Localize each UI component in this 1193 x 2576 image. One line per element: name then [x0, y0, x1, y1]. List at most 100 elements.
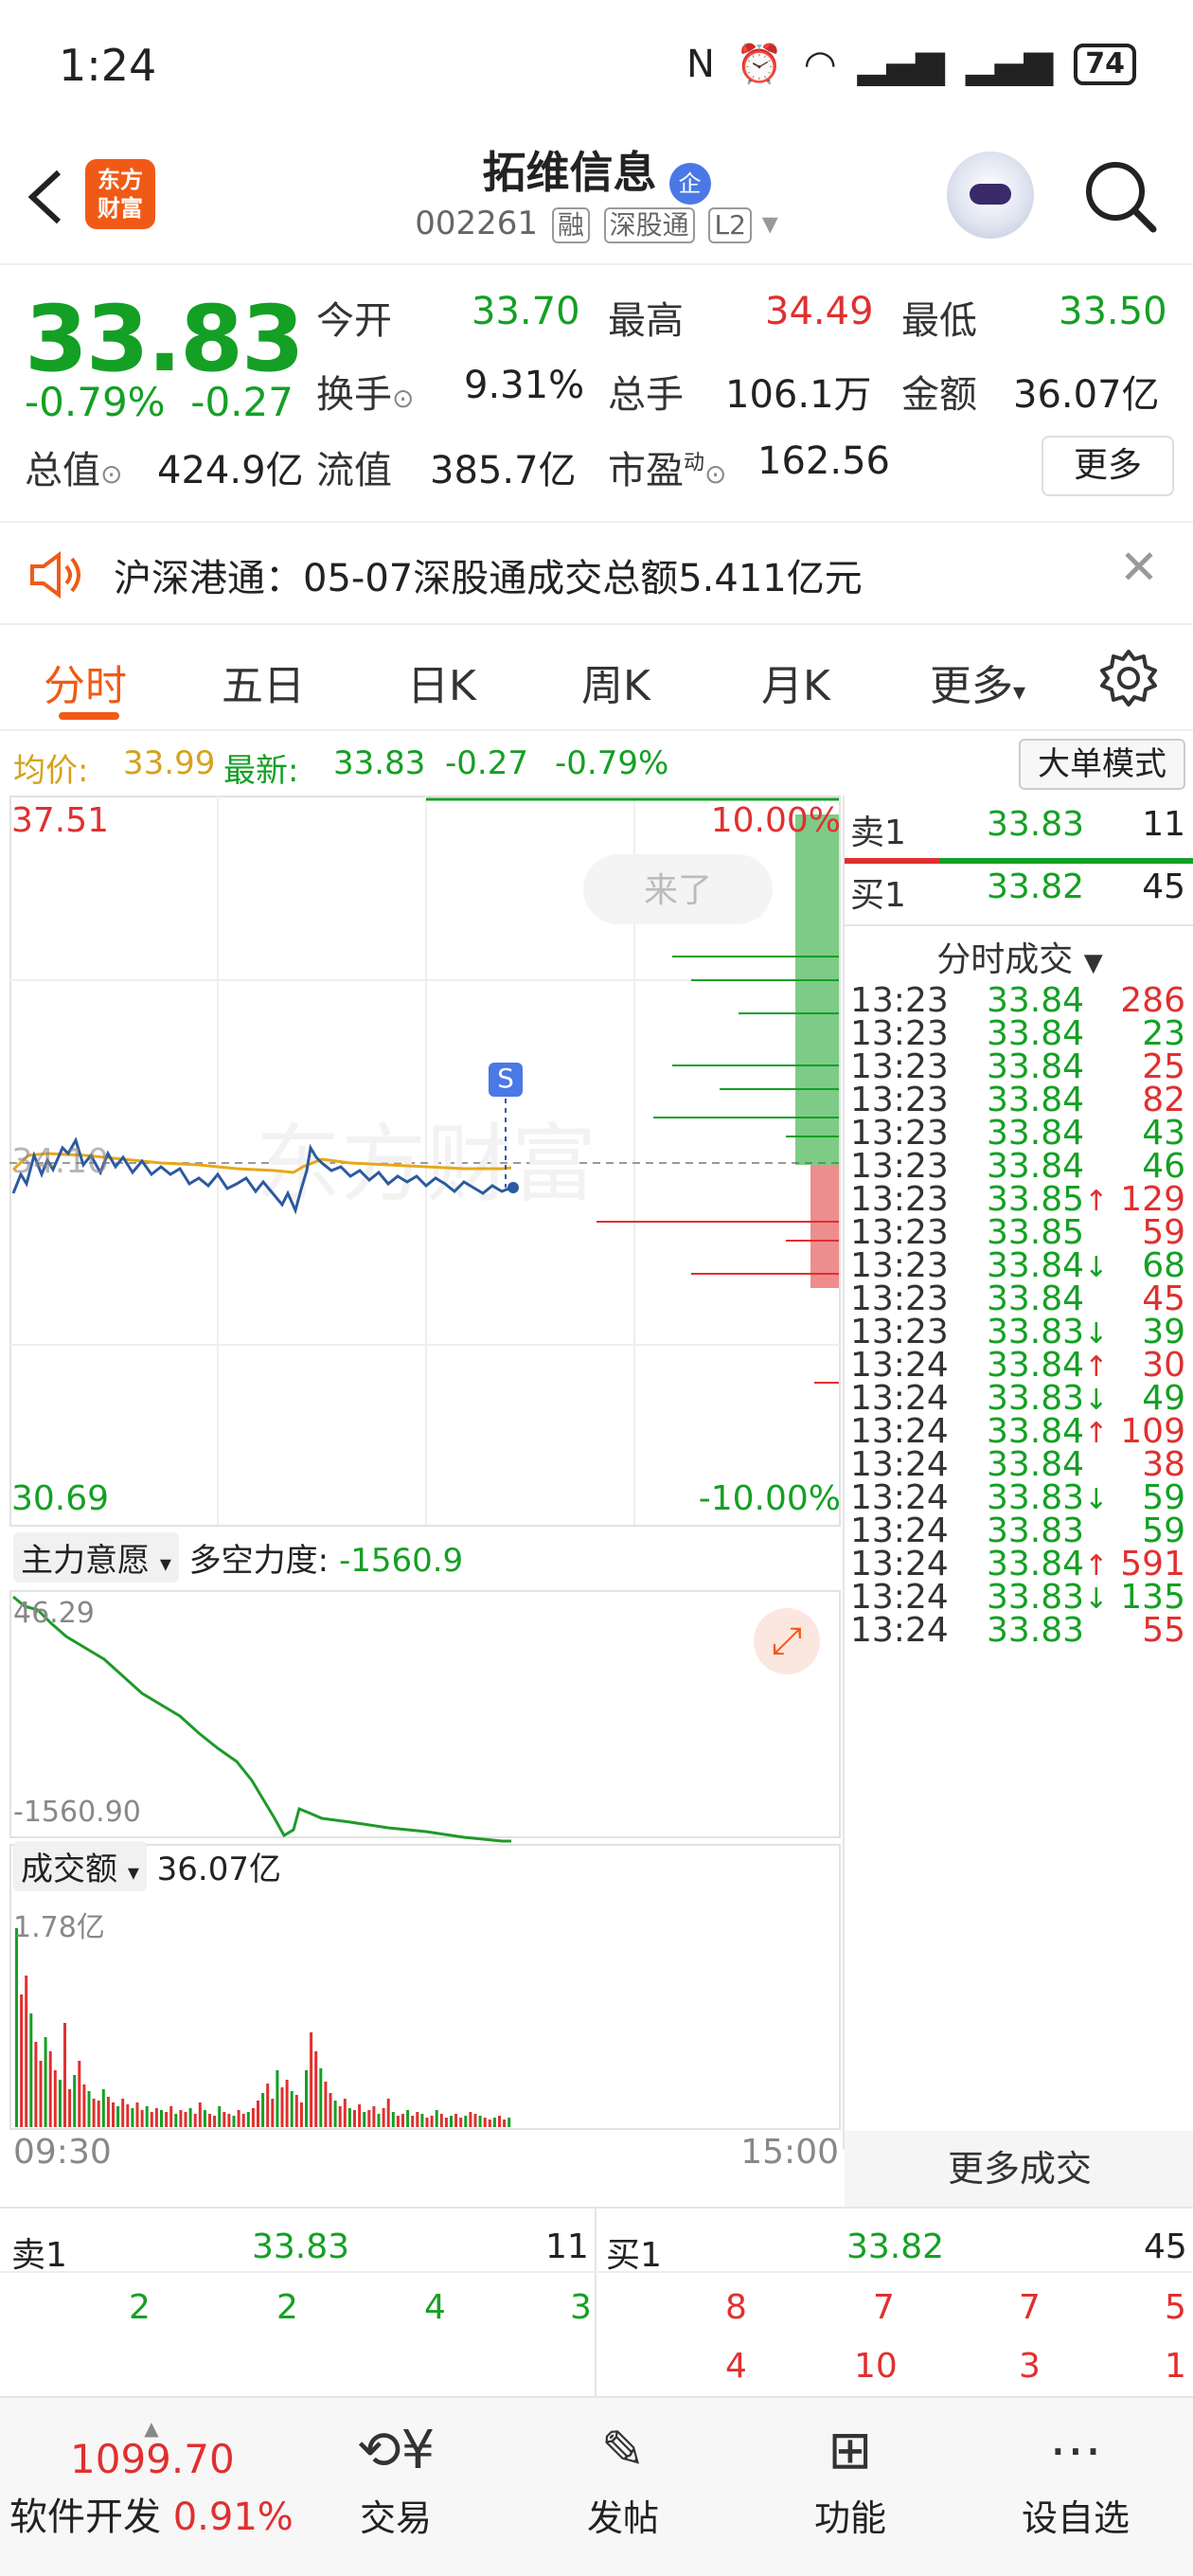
volume-bar	[58, 2080, 62, 2127]
volume-bar	[257, 2101, 259, 2127]
volume-bar	[420, 2114, 424, 2127]
nav-watchlist[interactable]: ⋯ 设自选	[990, 2413, 1161, 2541]
book-buy-label: 买1	[606, 2236, 662, 2275]
more-trades-button[interactable]: 更多成交	[845, 2131, 1193, 2207]
volume-bar	[507, 2118, 511, 2127]
sector-index-value: 1099.70	[70, 2436, 235, 2482]
volume-bar	[271, 2099, 275, 2127]
volume-bar	[63, 2023, 66, 2127]
volume-bar	[444, 2118, 448, 2127]
price-axis-bottom: 30.69	[11, 1479, 110, 1518]
volume-bar	[218, 2106, 222, 2127]
volume-bar	[290, 2091, 294, 2127]
price-change: -0.79% -0.27	[25, 379, 294, 425]
nav-post[interactable]: ✎ 发帖	[538, 2413, 708, 2541]
tab-more[interactable]: 更多▾	[930, 652, 1025, 712]
wifi-icon: ◠	[803, 42, 837, 86]
bottom-nav: ▲ 1099.70 软件开发 0.91% ⟲¥ 交易 ✎ 发帖 ⊞ 功能 ⋯ 设…	[0, 2396, 1193, 2576]
volume-bar	[347, 2108, 351, 2127]
stock-name: 拓维信息	[482, 147, 657, 198]
volume-bar	[73, 2075, 77, 2127]
volume-bar	[82, 2084, 86, 2127]
more-dots-icon: ⋯	[1049, 2420, 1102, 2481]
intraday-chart[interactable]: 东方财富 S 来了 37.51 10.00% 34.10 30.69 -10.0…	[9, 796, 841, 2172]
close-icon[interactable]: ✕	[1119, 540, 1159, 595]
tag-connect: 深股通	[603, 207, 695, 243]
more-button[interactable]: 更多	[1042, 436, 1174, 496]
ask-bar-red	[845, 858, 939, 864]
status-bar: 1:24 N ⏰ ◠ ▂▄▆ ▂▄▆ 74	[0, 0, 1193, 133]
book-sell-price: 33.83	[252, 2227, 350, 2266]
search-icon[interactable]	[1081, 157, 1159, 235]
volume-bar	[34, 2042, 38, 2127]
volume-bar	[165, 2112, 169, 2127]
sell-queue-item: 2	[276, 2288, 298, 2327]
volume-bar	[276, 2070, 279, 2127]
nav-functions[interactable]: ⊞ 功能	[765, 2413, 935, 2541]
buy-queue-item: 10	[854, 2347, 898, 2386]
book-sell-label: 卖1	[11, 2236, 67, 2275]
volume-axis-max: 1.78亿	[13, 1911, 105, 1944]
big-order-mode-button[interactable]: 大单模式	[1019, 739, 1185, 790]
volume-bar	[430, 2116, 434, 2127]
assistant-robot-icon[interactable]	[947, 152, 1034, 239]
volume-bar	[294, 2095, 298, 2127]
notice-bar[interactable]: 沪深港通：05-07深股通成交总额5.411亿元 ✕	[0, 521, 1193, 625]
volume-bar	[150, 2112, 153, 2127]
tab-monthly-k[interactable]: 月K	[761, 652, 830, 712]
volume-bar	[78, 2061, 81, 2127]
volume-bar	[198, 2102, 202, 2127]
buy-queue-item: 8	[725, 2288, 747, 2327]
sector-index[interactable]: ▲ 1099.70 软件开发 0.91%	[9, 2417, 294, 2541]
svg-text:S: S	[497, 1063, 514, 1094]
volume-bar	[285, 2080, 289, 2127]
mktcap-value: 424.9亿	[157, 449, 304, 492]
avg-label: 均价:	[13, 752, 89, 790]
volume-bar	[232, 2116, 236, 2127]
nav-trade[interactable]: ⟲¥ 交易	[311, 2413, 481, 2541]
volume-bar	[314, 2051, 318, 2127]
price-endpoint	[507, 1182, 519, 1193]
bid1-row[interactable]: 买1 33.82 45	[845, 868, 1193, 924]
volume-bar	[450, 2116, 453, 2127]
latest-value: 33.83	[333, 744, 426, 782]
volume-bar	[324, 2082, 328, 2127]
high-label: 最高	[608, 299, 684, 343]
volume-bar	[483, 2118, 487, 2127]
tab-five-day[interactable]: 五日	[222, 652, 305, 712]
ticks-header[interactable]: 分时成交 ▼	[845, 932, 1193, 981]
volume-bar	[396, 2116, 400, 2127]
pe-value: 162.56	[757, 439, 890, 483]
volume-bars	[15, 1928, 511, 2127]
latest-label: 最新:	[223, 752, 299, 790]
pct-axis-top: 10.00%	[710, 801, 841, 840]
tab-weekly-k[interactable]: 周K	[581, 652, 650, 712]
volume-bar	[53, 2070, 57, 2127]
volume-bar	[319, 2068, 323, 2127]
volume-bar	[473, 2114, 477, 2127]
volume-bar	[237, 2110, 240, 2127]
settings-gear-icon[interactable]	[1098, 648, 1159, 708]
tag-l2: L2	[708, 207, 752, 243]
volume-bar	[386, 2099, 390, 2127]
pe-label: 市盈动⊙	[608, 449, 727, 492]
intraday-chart-svg: 东方财富 S 来了	[9, 796, 841, 2130]
stock-header: 东方 财富 拓维信息 企 002261 融 深股通 L2 ▾	[0, 133, 1193, 265]
ask1-row[interactable]: 卖1 33.83 11	[845, 805, 1193, 862]
expand-icon[interactable]: ⤢	[754, 1608, 820, 1674]
status-icons: N ⏰ ◠ ▂▄▆ ▂▄▆ 74	[686, 42, 1136, 86]
volume-bar	[299, 2102, 303, 2127]
volume-bar	[20, 1995, 24, 2127]
tab-daily-k[interactable]: 日K	[407, 652, 476, 712]
open-label: 今开	[316, 299, 392, 343]
tab-intraday[interactable]: 分时	[44, 652, 127, 712]
volume-bar	[503, 2120, 507, 2127]
stock-code: 002261	[415, 205, 538, 242]
volume-bar	[280, 2087, 284, 2127]
volume-bar	[227, 2114, 231, 2127]
indicator-dropdown[interactable]: 主力意愿 ▾	[13, 1532, 179, 1583]
speaker-icon	[30, 551, 80, 599]
avg-value: 33.99	[123, 744, 216, 782]
volume-dropdown[interactable]: 成交额 ▾	[13, 1841, 147, 1891]
volume-bar	[48, 2051, 52, 2127]
